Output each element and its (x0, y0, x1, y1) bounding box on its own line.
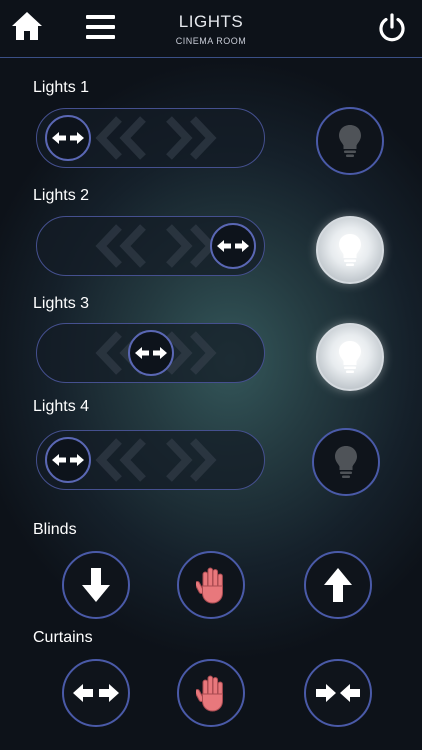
bulb-off-icon (339, 125, 361, 157)
arrows-left-right-icon (52, 454, 84, 466)
curtains-stop-button[interactable] (177, 659, 245, 727)
lights-2-label: Lights 2 (33, 187, 90, 204)
lights-4-dimmer[interactable] (36, 430, 265, 490)
lights-4-bulb-button[interactable] (312, 428, 380, 496)
arrows-left-right-icon (52, 132, 84, 144)
chevron-decoration-icon (95, 224, 217, 268)
lights-3-bulb-button[interactable] (316, 323, 384, 391)
blinds-down-button[interactable] (62, 551, 130, 619)
app-header: LIGHTS CINEMA ROOM (0, 0, 422, 58)
lights-4-slider-knob[interactable] (45, 437, 91, 483)
arrows-inward-icon (316, 684, 360, 702)
curtains-close-button[interactable] (304, 659, 372, 727)
arrows-left-right-icon (217, 240, 249, 252)
stop-hand-icon (196, 675, 223, 712)
blinds-stop-button[interactable] (177, 551, 245, 619)
chevron-decoration-icon (95, 438, 217, 482)
blinds-label: Blinds (33, 521, 77, 538)
chevron-decoration-icon (95, 116, 217, 160)
lights-1-bulb-button[interactable] (316, 107, 384, 175)
arrows-left-right-icon (135, 347, 167, 359)
page-title: LIGHTS (178, 12, 244, 31)
curtains-label: Curtains (33, 629, 93, 646)
bulb-on-icon (339, 234, 361, 266)
lights-3-dimmer[interactable] (36, 323, 265, 383)
lights-2-slider-knob[interactable] (210, 223, 256, 269)
lights-1-slider-knob[interactable] (45, 115, 91, 161)
arrow-up-icon (324, 568, 352, 602)
arrow-down-icon (82, 568, 110, 602)
stop-hand-icon (196, 567, 223, 604)
lights-2-dimmer[interactable] (36, 216, 265, 276)
power-button[interactable] (376, 12, 408, 44)
curtains-open-button[interactable] (62, 659, 130, 727)
bulb-on-icon (339, 341, 361, 373)
arrows-outward-icon (73, 684, 119, 702)
lights-3-label: Lights 3 (33, 295, 90, 312)
lights-4-label: Lights 4 (33, 398, 90, 415)
lights-3-slider-knob[interactable] (128, 330, 174, 376)
blinds-up-button[interactable] (304, 551, 372, 619)
lights-2-bulb-button[interactable] (316, 216, 384, 284)
lights-1-label: Lights 1 (33, 79, 90, 96)
lights-1-dimmer[interactable] (36, 108, 265, 168)
power-icon (379, 13, 405, 42)
bulb-off-icon (335, 446, 357, 478)
room-subtitle: CINEMA ROOM (175, 36, 247, 46)
